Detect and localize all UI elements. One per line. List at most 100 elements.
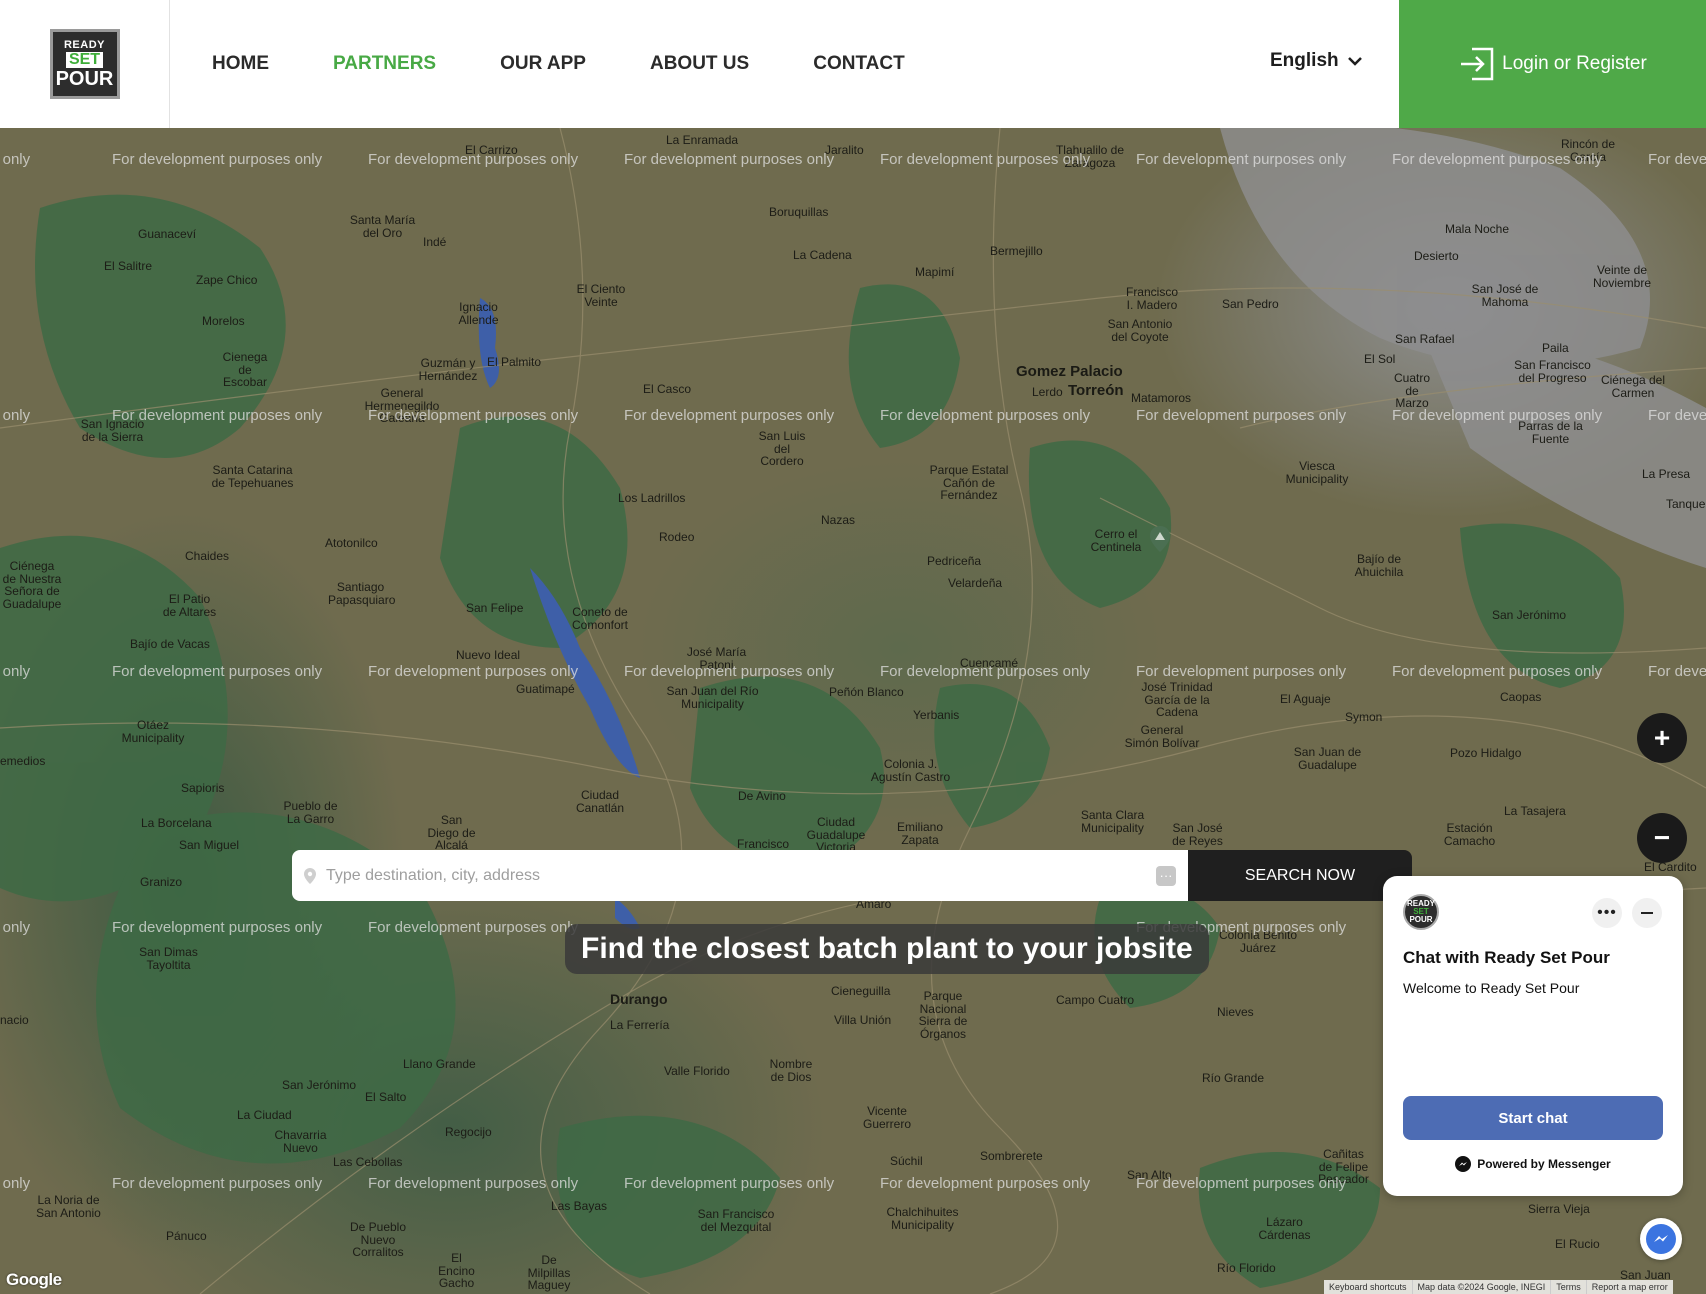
- map-label: Francisco I. Madero: [1125, 285, 1178, 312]
- map-label: Bajío de Vacas: [130, 637, 210, 651]
- dev-watermark: For development purposes only: [0, 919, 31, 936]
- map-label: Otáez Municipality: [121, 718, 185, 745]
- map-label: Los Ladrillos: [618, 491, 686, 505]
- dev-watermark: For development purposes only: [880, 663, 1091, 680]
- report-error-link[interactable]: Report a map error: [1585, 1280, 1673, 1294]
- search-now-button[interactable]: SEARCH NOW: [1188, 850, 1412, 901]
- powered-by-label: Powered by Messenger: [1477, 1157, 1611, 1171]
- dev-watermark: For development purposes only: [624, 663, 835, 680]
- map-label: Rodeo: [659, 530, 695, 544]
- nav-our-app[interactable]: OUR APP: [500, 53, 586, 75]
- map-label: Nombre de Dios: [769, 1057, 813, 1084]
- map-label: El Ciento Veinte: [576, 282, 626, 309]
- map-label: San Pedro: [1222, 297, 1279, 311]
- map-label: La Enramada: [666, 133, 739, 147]
- map-label: Chavarria Nuevo: [274, 1128, 327, 1155]
- map-label: Campo Cuatro: [1056, 993, 1135, 1007]
- nav-home[interactable]: HOME: [212, 53, 269, 75]
- map-label: Pedriceña: [927, 554, 982, 568]
- map-attribution-bar: Keyboard shortcuts Map data ©2024 Google…: [1324, 1280, 1673, 1294]
- map-label: Santa Clara Municipality: [1080, 808, 1145, 835]
- map-label: El Salitre: [104, 259, 153, 273]
- dev-watermark: For development purposes only: [1136, 407, 1347, 424]
- map-label: Morelos: [202, 314, 245, 328]
- nav-partners[interactable]: PARTNERS: [333, 53, 436, 75]
- map-label: Río Grande: [1202, 1071, 1265, 1085]
- map-label: El Aguaje: [1280, 692, 1331, 706]
- start-chat-button[interactable]: Start chat: [1403, 1096, 1663, 1140]
- dev-watermark: For development purposes only: [1392, 407, 1603, 424]
- map-label: El Patio de Altares: [162, 592, 217, 619]
- nav-about-us[interactable]: ABOUT US: [650, 53, 749, 75]
- map-label: La Cadena: [793, 248, 852, 262]
- map-label: El Rucio: [1555, 1237, 1600, 1251]
- google-logo[interactable]: Google: [6, 1270, 62, 1290]
- map-label: Tanque: [1666, 497, 1706, 511]
- map-label: Nieves: [1217, 1005, 1254, 1019]
- map-label: Estación Camacho: [1443, 821, 1496, 848]
- minimize-icon: [1641, 912, 1653, 914]
- map-label: Matamoros: [1131, 391, 1192, 405]
- login-label: Login or Register: [1502, 53, 1647, 74]
- messenger-icon: [1455, 1156, 1472, 1172]
- map-label: Parque Estatal Cañón de Fernández: [929, 463, 1009, 503]
- map-label: Río Florido: [1217, 1261, 1276, 1275]
- map-label: Cieneguilla: [831, 984, 891, 998]
- dev-watermark: For development purposes only: [880, 151, 1091, 168]
- login-register-button[interactable]: Login or Register: [1399, 0, 1706, 128]
- terms-link[interactable]: Terms: [1550, 1280, 1586, 1294]
- messenger-launcher-icon: [1646, 1224, 1676, 1254]
- autofill-dots-icon[interactable]: ···: [1156, 865, 1176, 886]
- map-label: Ciénega de Nuestra Señora de Guadalupe: [2, 559, 62, 611]
- map-label: La Tasajera: [1504, 804, 1566, 818]
- dev-watermark: For development purposes only: [368, 1175, 579, 1192]
- ready-set-pour-logo[interactable]: READY SET POUR: [49, 29, 120, 99]
- chat-welcome-message: Welcome to Ready Set Pour: [1403, 980, 1580, 996]
- map-label: La Ciudad: [237, 1108, 292, 1122]
- map-label: San Francisco del Mezquital: [697, 1207, 775, 1234]
- powered-by-messenger[interactable]: Powered by Messenger: [1383, 1156, 1683, 1172]
- chat-minimize-button[interactable]: [1632, 898, 1662, 928]
- map-label: Viesca Municipality: [1285, 459, 1349, 486]
- map-label: El Palmito: [487, 355, 542, 369]
- map-label: De Milpillas Maguey: [527, 1253, 571, 1293]
- keyboard-shortcuts-link[interactable]: Keyboard shortcuts: [1324, 1280, 1412, 1294]
- dev-watermark: For development purposes only: [624, 407, 835, 424]
- chat-more-options-button[interactable]: •••: [1592, 898, 1622, 928]
- map-label: Llano Grande: [403, 1057, 476, 1071]
- map-label: Durango: [610, 991, 668, 1007]
- dev-watermark: For development purposes only: [880, 1175, 1091, 1192]
- logo-pour: POUR: [55, 67, 114, 90]
- location-pin-icon: [304, 867, 316, 884]
- map-label: Colonia J. Agustín Castro: [870, 757, 951, 784]
- map-label: Cienega de Escobar: [222, 350, 268, 390]
- map-label: General Simón Bolívar: [1124, 723, 1200, 750]
- map-label: El Sol: [1364, 352, 1396, 366]
- map-label: Guanaceví: [138, 227, 197, 241]
- map-label: Vicente Guerrero: [862, 1104, 912, 1131]
- zoom-out-button[interactable]: −: [1637, 813, 1687, 863]
- map-label: Sierra Vieja: [1528, 1202, 1590, 1216]
- map-label: El Cardito: [1644, 860, 1697, 874]
- map-label: Symon: [1345, 710, 1383, 724]
- dev-watermark: For development purposes only: [1648, 151, 1706, 168]
- nav-contact[interactable]: CONTACT: [813, 53, 904, 75]
- map-label: San Rafael: [1395, 332, 1455, 346]
- dev-watermark: For development purposes only: [624, 1175, 835, 1192]
- messenger-launcher-button[interactable]: [1640, 1218, 1682, 1260]
- logo-ready: READY: [63, 38, 105, 51]
- destination-search-input[interactable]: [326, 866, 1146, 885]
- map-label: Francisco: [737, 837, 790, 851]
- map-label: San Francisco del Progreso: [1514, 358, 1591, 385]
- map-label: El Encino Gacho: [438, 1251, 475, 1291]
- language-selector[interactable]: English: [1270, 50, 1363, 72]
- map-label: Ciénega del Carmen: [1600, 373, 1666, 400]
- zoom-in-button[interactable]: +: [1637, 713, 1687, 763]
- map-label: Bajío de Ahuichila: [1354, 552, 1404, 579]
- map-label: Yerbanis: [913, 708, 960, 722]
- search-bar: ··· SEARCH NOW: [292, 850, 1412, 901]
- dev-watermark: For development purposes only: [624, 151, 835, 168]
- landmark-pin-icon[interactable]: [1150, 526, 1170, 552]
- map-label: San Juan del Río Municipality: [666, 684, 759, 711]
- dev-watermark: For development purposes only: [1136, 1175, 1347, 1192]
